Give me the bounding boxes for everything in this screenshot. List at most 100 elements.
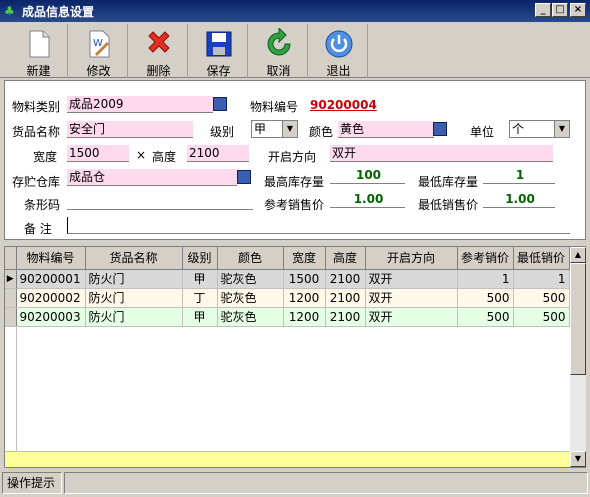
- column-header[interactable]: 高度: [325, 247, 366, 270]
- edit-document-icon: W: [89, 30, 110, 58]
- save-button[interactable]: 保存: [190, 24, 248, 78]
- scroll-up-icon[interactable]: ▲: [570, 247, 586, 263]
- name-field[interactable]: 安全门: [67, 121, 193, 138]
- cell-name[interactable]: 防火门: [85, 288, 183, 308]
- column-header[interactable]: 开启方向: [365, 247, 458, 270]
- close-button[interactable]: ×: [570, 3, 586, 17]
- cell-width[interactable]: 1200: [283, 288, 326, 308]
- status-hint: 操作提示: [2, 472, 62, 494]
- chevron-down-icon[interactable]: ▼: [554, 121, 569, 137]
- cell-minprice[interactable]: 500: [513, 307, 570, 327]
- column-header[interactable]: 级别: [182, 247, 218, 270]
- status-message: [64, 472, 588, 494]
- column-header[interactable]: 颜色: [217, 247, 284, 270]
- table-row[interactable]: ▶ 90200001 防火门 甲 驼灰色 1500 2100 双开 1 1: [5, 269, 570, 289]
- cancel-label: 取消: [266, 64, 291, 78]
- vertical-scrollbar[interactable]: ▲ ▼: [570, 247, 586, 467]
- cell-minprice[interactable]: 500: [513, 288, 570, 308]
- refprice-field[interactable]: 1.00: [330, 191, 405, 208]
- minstock-label: 最低库存量: [418, 175, 479, 189]
- cell-refprice[interactable]: 500: [457, 307, 514, 327]
- delete-button[interactable]: 删除: [130, 24, 188, 78]
- new-document-icon: [29, 30, 50, 58]
- maxstock-label: 最高库存量: [264, 175, 325, 189]
- minstock-field[interactable]: 1: [483, 167, 555, 184]
- svg-text:W: W: [93, 38, 103, 49]
- current-row-marker: ▶: [5, 269, 17, 289]
- name-label: 货品名称: [12, 125, 61, 139]
- cell-color[interactable]: 驼灰色: [217, 307, 284, 327]
- width-field[interactable]: 1500: [67, 145, 129, 162]
- status-bar: 操作提示: [2, 472, 588, 494]
- minprice-label: 最低销售价: [418, 198, 479, 212]
- app-icon: ♣: [4, 4, 15, 18]
- height-label: 高度: [152, 150, 177, 164]
- unit-select[interactable]: 个 ▼: [509, 120, 570, 138]
- cell-width[interactable]: 1500: [283, 269, 326, 289]
- new-button[interactable]: 新建: [10, 24, 68, 78]
- power-icon: [325, 30, 353, 58]
- exit-label: 退出: [326, 64, 351, 78]
- cell-name[interactable]: 防火门: [85, 307, 183, 327]
- column-header[interactable]: 最低销价: [513, 247, 570, 270]
- warehouse-picker-icon[interactable]: [237, 170, 251, 184]
- cell-height[interactable]: 2100: [325, 307, 366, 327]
- toolbar: 新建 W 修改 删除 保存 取消 退出: [0, 22, 590, 78]
- cell-grade[interactable]: 甲: [182, 307, 218, 327]
- color-field[interactable]: 黄色: [338, 121, 434, 138]
- cell-code[interactable]: 90200001: [16, 269, 86, 289]
- chevron-down-icon[interactable]: ▼: [282, 121, 297, 137]
- note-label: 备 注: [24, 222, 52, 236]
- maxstock-field[interactable]: 100: [330, 167, 405, 184]
- cell-height[interactable]: 2100: [325, 269, 366, 289]
- cell-direction[interactable]: 双开: [365, 307, 458, 327]
- cell-height[interactable]: 2100: [325, 288, 366, 308]
- grade-select[interactable]: 甲 ▼: [251, 120, 298, 138]
- barcode-field[interactable]: [67, 193, 253, 210]
- color-picker-icon[interactable]: [433, 122, 447, 136]
- cell-grade[interactable]: 丁: [182, 288, 218, 308]
- category-picker-icon[interactable]: [213, 97, 227, 111]
- exit-button[interactable]: 退出: [310, 24, 368, 78]
- cell-code[interactable]: 90200003: [16, 307, 86, 327]
- scroll-down-icon[interactable]: ▼: [570, 451, 586, 467]
- column-header[interactable]: 物料编号: [16, 247, 86, 270]
- grid-table: 物料编号 货品名称 级别 颜色 宽度 高度 开启方向 参考销价 最低销价 ▶ 9…: [5, 247, 570, 327]
- table-row[interactable]: 90200003 防火门 甲 驼灰色 1200 2100 双开 500 500: [5, 307, 570, 327]
- cancel-button[interactable]: 取消: [250, 24, 308, 78]
- direction-field[interactable]: 双开: [330, 145, 553, 162]
- column-header[interactable]: 参考销价: [457, 247, 514, 270]
- table-row[interactable]: 90200002 防火门 丁 驼灰色 1200 2100 双开 500 500: [5, 288, 570, 308]
- height-field[interactable]: 2100: [187, 145, 249, 162]
- cell-grade[interactable]: 甲: [182, 269, 218, 289]
- scroll-thumb[interactable]: [570, 263, 586, 375]
- note-field[interactable]: [67, 217, 570, 234]
- minprice-field[interactable]: 1.00: [483, 191, 555, 208]
- cell-direction[interactable]: 双开: [365, 288, 458, 308]
- cell-name[interactable]: 防火门: [85, 269, 183, 289]
- cell-color[interactable]: 驼灰色: [217, 269, 284, 289]
- warehouse-field[interactable]: 成品仓: [67, 169, 237, 186]
- save-disk-icon: [206, 31, 232, 57]
- minimize-button[interactable]: _: [535, 3, 551, 17]
- times-sign: ×: [136, 148, 147, 162]
- data-grid: 物料编号 货品名称 级别 颜色 宽度 高度 开启方向 参考销价 最低销价 ▶ 9…: [4, 246, 586, 468]
- category-field[interactable]: 成品2009: [67, 96, 213, 113]
- cell-refprice[interactable]: 500: [457, 288, 514, 308]
- barcode-label: 条形码: [24, 198, 61, 212]
- row-indicator-header: [5, 247, 17, 270]
- cell-code[interactable]: 90200002: [16, 288, 86, 308]
- cell-minprice[interactable]: 1: [513, 269, 570, 289]
- code-label: 物料编号: [250, 100, 299, 114]
- cell-direction[interactable]: 双开: [365, 269, 458, 289]
- cell-color[interactable]: 驼灰色: [217, 288, 284, 308]
- cell-refprice[interactable]: 1: [457, 269, 514, 289]
- edit-button[interactable]: W 修改: [70, 24, 128, 78]
- maximize-button[interactable]: □: [552, 3, 568, 17]
- cell-width[interactable]: 1200: [283, 307, 326, 327]
- column-header[interactable]: 宽度: [283, 247, 326, 270]
- column-header[interactable]: 货品名称: [85, 247, 183, 270]
- cancel-refresh-icon: [267, 28, 291, 56]
- grade-value: 甲: [254, 122, 267, 136]
- save-label: 保存: [206, 64, 231, 78]
